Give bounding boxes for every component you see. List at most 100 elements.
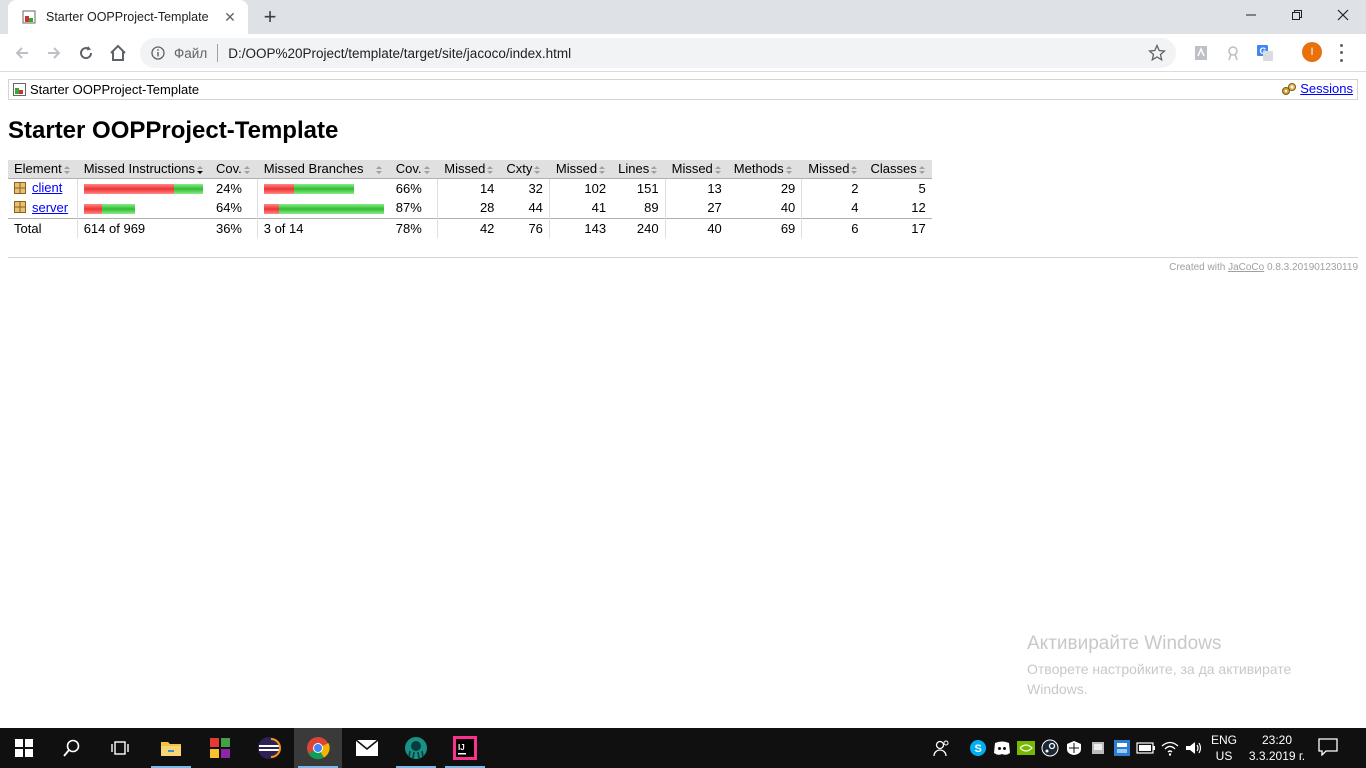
app-blocks-button[interactable] bbox=[196, 728, 244, 768]
sort-icon bbox=[785, 165, 792, 174]
mail-button[interactable] bbox=[343, 728, 391, 768]
watermark-title: Активирайте Windows bbox=[1027, 633, 1222, 654]
col-missed-methods[interactable]: Missed bbox=[664, 160, 728, 179]
address-bar[interactable]: Файл D:/OOP%20Project/template/target/si… bbox=[140, 38, 1176, 68]
close-tab-icon[interactable]: ✕ bbox=[222, 9, 238, 25]
eclipse-button[interactable] bbox=[245, 728, 293, 768]
col-missed-lines[interactable]: Missed bbox=[548, 160, 613, 179]
breadcrumb: Starter OOPProject-Template Sessions bbox=[8, 79, 1358, 100]
col-missed-instructions[interactable]: Missed Instructions bbox=[76, 160, 210, 179]
minimize-button[interactable] bbox=[1228, 0, 1274, 30]
app-tray-icon[interactable] bbox=[1112, 738, 1132, 758]
col-instr-cov[interactable]: Cov. bbox=[209, 160, 258, 179]
lang-code: ENG bbox=[1211, 733, 1238, 747]
sessions-link[interactable]: Sessions bbox=[1300, 81, 1353, 96]
sort-desc-icon bbox=[196, 165, 203, 174]
browser-menu-icon[interactable] bbox=[1336, 42, 1346, 64]
volume-icon[interactable] bbox=[1184, 738, 1204, 758]
browser-tab[interactable]: Starter OOPProject-Template ✕ bbox=[8, 0, 248, 34]
col-classes[interactable]: Classes bbox=[864, 160, 932, 179]
sort-icon bbox=[714, 165, 721, 174]
total-classes: 17 bbox=[864, 217, 932, 238]
forward-button[interactable] bbox=[42, 41, 66, 65]
lines-cell: 151 bbox=[636, 180, 659, 196]
missed-bar bbox=[83, 203, 102, 214]
table-header-row: Element Missed Instructions Cov. Missed … bbox=[8, 160, 932, 179]
col-missed-classes[interactable]: Missed bbox=[801, 160, 865, 179]
total-instructions: 614 of 969 bbox=[76, 217, 210, 238]
col-methods[interactable]: Methods bbox=[727, 160, 802, 179]
input-language[interactable]: ENG US bbox=[1211, 732, 1237, 764]
battery-icon[interactable] bbox=[1136, 738, 1156, 758]
intellij-button[interactable]: IJ bbox=[441, 728, 489, 768]
covered-bar bbox=[278, 203, 384, 214]
url-text[interactable]: D:/OOP%20Project/template/target/site/ja… bbox=[228, 46, 1176, 61]
restore-button[interactable] bbox=[1274, 0, 1320, 30]
total-methods: 69 bbox=[727, 217, 802, 238]
total-label: Total bbox=[8, 217, 78, 238]
people-icon[interactable] bbox=[932, 738, 952, 758]
intellij-icon: IJ bbox=[453, 736, 477, 760]
reload-button[interactable] bbox=[74, 41, 98, 65]
back-button[interactable] bbox=[10, 41, 34, 65]
wifi-icon[interactable] bbox=[1160, 738, 1180, 758]
display-icon[interactable] bbox=[1088, 738, 1108, 758]
clock-time: 23:20 bbox=[1261, 733, 1293, 747]
defender-icon[interactable] bbox=[1064, 738, 1084, 758]
classes-cell: 5 bbox=[918, 180, 926, 196]
total-cxty: 76 bbox=[500, 217, 550, 238]
total-branches: 3 of 14 bbox=[256, 217, 390, 238]
translate-extension-icon[interactable]: G bbox=[1255, 43, 1275, 63]
profile-avatar[interactable]: I bbox=[1302, 42, 1322, 62]
col-lines[interactable]: Lines bbox=[612, 160, 666, 179]
chrome-button[interactable] bbox=[294, 728, 342, 768]
new-tab-button[interactable]: + bbox=[258, 4, 282, 29]
package-icon bbox=[14, 181, 26, 194]
nvidia-icon[interactable] bbox=[1016, 738, 1036, 758]
chrome-icon bbox=[307, 737, 330, 760]
gitkraken-button[interactable] bbox=[392, 728, 440, 768]
action-center-button[interactable] bbox=[1318, 738, 1342, 758]
sort-icon bbox=[599, 165, 606, 174]
covered-bar bbox=[293, 184, 354, 195]
missed-methods-cell: 13 bbox=[664, 178, 728, 198]
account-extension-icon[interactable] bbox=[1223, 43, 1243, 63]
pdf-extension-icon[interactable] bbox=[1191, 43, 1211, 63]
restore-icon bbox=[1292, 10, 1302, 20]
total-branch-cov: 78% bbox=[389, 217, 438, 238]
col-branch-cov[interactable]: Cov. bbox=[389, 160, 438, 179]
table-row: client 24% 66% 14 32 102 151 13 29 2 5 bbox=[8, 178, 932, 198]
tab-title: Starter OOPProject-Template bbox=[46, 10, 209, 24]
task-view-button[interactable] bbox=[96, 728, 144, 768]
col-element[interactable]: Element bbox=[8, 160, 78, 179]
start-button[interactable] bbox=[0, 728, 48, 768]
package-link-server[interactable]: server bbox=[32, 200, 68, 215]
close-window-button[interactable] bbox=[1320, 0, 1366, 30]
package-link-client[interactable]: client bbox=[32, 180, 62, 195]
file-explorer-button[interactable] bbox=[147, 728, 195, 768]
mail-icon bbox=[355, 739, 379, 756]
bookmark-star-icon[interactable] bbox=[1148, 44, 1166, 62]
branch-bar-cell bbox=[256, 198, 390, 218]
info-icon[interactable] bbox=[150, 45, 166, 61]
windows-logo-icon bbox=[15, 739, 33, 757]
jacoco-link[interactable]: JaCoCo bbox=[1228, 262, 1264, 273]
methods-cell: 29 bbox=[780, 180, 796, 196]
steam-icon[interactable] bbox=[1040, 738, 1060, 758]
missed-lines-cell: 102 bbox=[548, 178, 613, 198]
sort-icon bbox=[376, 165, 383, 174]
missed-bar bbox=[83, 184, 174, 195]
skype-icon[interactable]: S bbox=[968, 738, 988, 758]
search-button[interactable] bbox=[48, 728, 96, 768]
discord-icon[interactable] bbox=[992, 738, 1012, 758]
back-arrow-icon bbox=[15, 47, 28, 59]
col-cxty[interactable]: Cxty bbox=[500, 160, 550, 179]
covered-bar bbox=[101, 203, 135, 214]
package-icon bbox=[14, 201, 26, 213]
home-button[interactable] bbox=[106, 41, 130, 65]
covered-bar bbox=[173, 184, 203, 195]
col-missed-cxty[interactable]: Missed bbox=[437, 160, 501, 179]
clock[interactable]: 23:20 3.3.2019 г. bbox=[1246, 732, 1308, 764]
missed-classes-cell: 4 bbox=[801, 198, 865, 218]
col-missed-branches[interactable]: Missed Branches bbox=[256, 160, 390, 179]
